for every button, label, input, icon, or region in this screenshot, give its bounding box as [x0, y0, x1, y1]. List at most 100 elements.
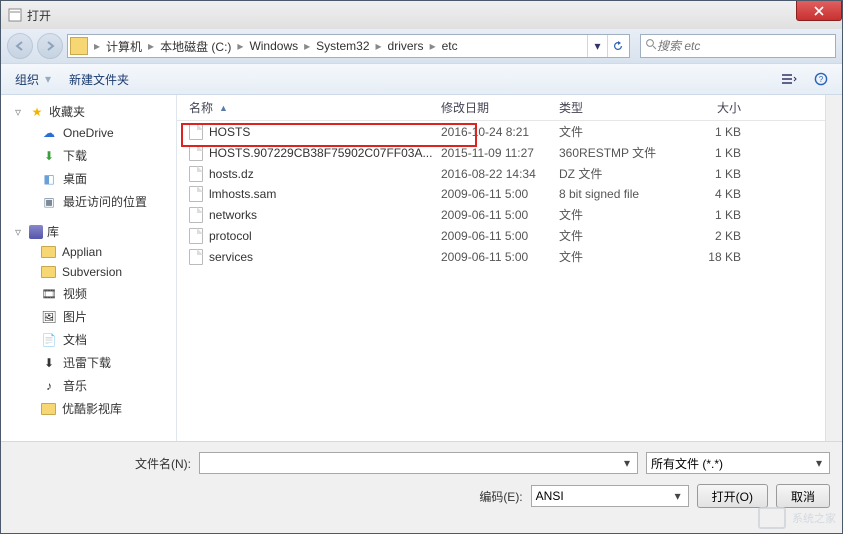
file-name: hosts.dz [209, 167, 254, 181]
sort-asc-icon: ▲ [219, 103, 228, 113]
file-name: HOSTS.907229CB38F75902C07FF03A... [209, 146, 432, 160]
file-row[interactable]: services 2009-06-11 5:00文件18 KB [177, 246, 825, 267]
file-size: 1 KB [683, 208, 753, 222]
sidebar-item-videos[interactable]: 🎞视频 [1, 282, 176, 305]
picture-icon: 🖼 [41, 309, 57, 325]
vertical-scrollbar[interactable] [825, 95, 842, 441]
file-size: 1 KB [683, 125, 753, 139]
back-button[interactable] [7, 33, 33, 59]
open-button[interactable]: 打开(O) [697, 484, 768, 508]
file-date: 2009-06-11 5:00 [441, 229, 559, 243]
chevron-down-icon[interactable]: ▾ [670, 488, 686, 504]
file-row[interactable]: HOSTS2016-10-24 8:21文件1 KB [177, 121, 825, 142]
address-bar[interactable]: ▸ 计算机▸ 本地磁盘 (C:)▸ Windows▸ System32▸ dri… [67, 34, 630, 58]
library-icon [29, 225, 43, 239]
breadcrumb-drivers[interactable]: drivers [384, 39, 428, 53]
file-name: lmhosts.sam [209, 187, 276, 201]
file-date: 2016-08-22 14:34 [441, 167, 559, 181]
refresh-button[interactable] [607, 35, 627, 57]
help-button[interactable]: ? [808, 68, 834, 90]
encoding-label: 编码(E): [479, 488, 530, 505]
file-date: 2009-06-11 5:00 [441, 250, 559, 264]
file-size: 1 KB [683, 146, 753, 160]
file-icon [189, 124, 203, 140]
sidebar-item-documents[interactable]: 📄文档 [1, 328, 176, 351]
sidebar-item-subversion[interactable]: Subversion [1, 262, 176, 282]
sidebar-item-music[interactable]: ♪音乐 [1, 374, 176, 397]
file-date: 2015-11-09 11:27 [441, 146, 559, 160]
col-size-header[interactable]: 大小 [683, 99, 753, 116]
sidebar-item-pictures[interactable]: 🖼图片 [1, 305, 176, 328]
document-icon: 📄 [41, 332, 57, 348]
sidebar-item-xunlei[interactable]: ⬇迅雷下载 [1, 351, 176, 374]
chevron-right-icon[interactable]: ▸ [92, 39, 102, 53]
chevron-down-icon[interactable]: ▾ [811, 455, 827, 471]
sidebar-item-onedrive[interactable]: ☁OneDrive [1, 122, 176, 144]
forward-button[interactable] [37, 33, 63, 59]
sidebar-item-recent[interactable]: ▣最近访问的位置 [1, 190, 176, 213]
sidebar-item-downloads[interactable]: ⬇下载 [1, 144, 176, 167]
new-folder-button[interactable]: 新建文件夹 [63, 67, 135, 92]
file-type: 8 bit signed file [559, 187, 683, 201]
titlebar: 打开 [1, 1, 842, 29]
libraries-header[interactable]: ▿库 [1, 221, 176, 242]
close-button[interactable] [796, 1, 842, 21]
file-type: 文件 [559, 248, 683, 265]
file-icon [189, 228, 203, 244]
file-filter-select[interactable]: 所有文件 (*.*)▾ [646, 452, 830, 474]
open-dialog: 打开 ▸ 计算机▸ 本地磁盘 (C:)▸ Windows▸ System32▸ … [0, 0, 843, 534]
app-icon [7, 7, 23, 23]
file-date: 2009-06-11 5:00 [441, 187, 559, 201]
search-box[interactable] [640, 34, 836, 58]
breadcrumb-system32[interactable]: System32 [312, 39, 373, 53]
breadcrumb-windows[interactable]: Windows [245, 39, 302, 53]
filename-input[interactable]: ▾ [199, 452, 638, 474]
svg-text:?: ? [819, 75, 824, 84]
chevron-down-icon[interactable]: ▾ [619, 455, 635, 471]
chevron-right-icon[interactable]: ▸ [302, 39, 312, 53]
cancel-button[interactable]: 取消 [776, 484, 830, 508]
search-icon [645, 37, 657, 55]
cloud-icon: ☁ [41, 125, 57, 141]
file-size: 18 KB [683, 250, 753, 264]
breadcrumb-drive[interactable]: 本地磁盘 (C:) [156, 38, 235, 55]
file-size: 4 KB [683, 187, 753, 201]
breadcrumb-computer[interactable]: 计算机 [102, 38, 146, 55]
file-size: 1 KB [683, 167, 753, 181]
bottom-panel: 文件名(N): ▾ 所有文件 (*.*)▾ 编码(E): ANSI▾ 打开(O)… [1, 441, 842, 533]
chevron-right-icon[interactable]: ▸ [374, 39, 384, 53]
organize-menu[interactable]: 组织 [9, 67, 45, 92]
file-icon [189, 166, 203, 182]
file-list: HOSTS2016-10-24 8:21文件1 KBHOSTS.907229CB… [177, 121, 825, 267]
file-row[interactable]: hosts.dz2016-08-22 14:34DZ 文件1 KB [177, 163, 825, 184]
file-list-area: 名称▲ 修改日期 类型 大小 HOSTS2016-10-24 8:21文件1 K… [177, 95, 825, 441]
chevron-right-icon[interactable]: ▸ [146, 39, 156, 53]
search-input[interactable] [657, 39, 831, 53]
file-row[interactable]: lmhosts.sam 2009-06-11 5:008 bit signed f… [177, 184, 825, 204]
col-name-header[interactable]: 名称▲ [189, 99, 441, 116]
file-type: 文件 [559, 227, 683, 244]
col-date-header[interactable]: 修改日期 [441, 99, 559, 116]
breadcrumb-etc[interactable]: etc [438, 39, 462, 53]
col-type-header[interactable]: 类型 [559, 99, 683, 116]
star-icon: ★ [29, 104, 45, 120]
file-row[interactable]: protocol2009-06-11 5:00文件2 KB [177, 225, 825, 246]
file-type: 360RESTMP 文件 [559, 144, 683, 161]
address-dropdown[interactable]: ▾ [587, 35, 607, 57]
chevron-right-icon[interactable]: ▸ [235, 39, 245, 53]
file-row[interactable]: networks2009-06-11 5:00文件1 KB [177, 204, 825, 225]
file-icon [189, 207, 203, 223]
sidebar-item-desktop[interactable]: ◧桌面 [1, 167, 176, 190]
sidebar-item-youku[interactable]: 优酷影视库 [1, 397, 176, 420]
favorites-header[interactable]: ▿★收藏夹 [1, 101, 176, 122]
chevron-right-icon[interactable]: ▸ [428, 39, 438, 53]
file-name: HOSTS [209, 125, 250, 139]
file-date: 2016-10-24 8:21 [441, 125, 559, 139]
file-name: services [209, 250, 253, 264]
file-icon [189, 249, 203, 265]
sidebar-item-applian[interactable]: Applian [1, 242, 176, 262]
recent-icon: ▣ [41, 194, 57, 210]
view-options-button[interactable] [776, 68, 802, 90]
encoding-select[interactable]: ANSI▾ [531, 485, 689, 507]
file-row[interactable]: HOSTS.907229CB38F75902C07FF03A... 2015-11… [177, 142, 825, 163]
